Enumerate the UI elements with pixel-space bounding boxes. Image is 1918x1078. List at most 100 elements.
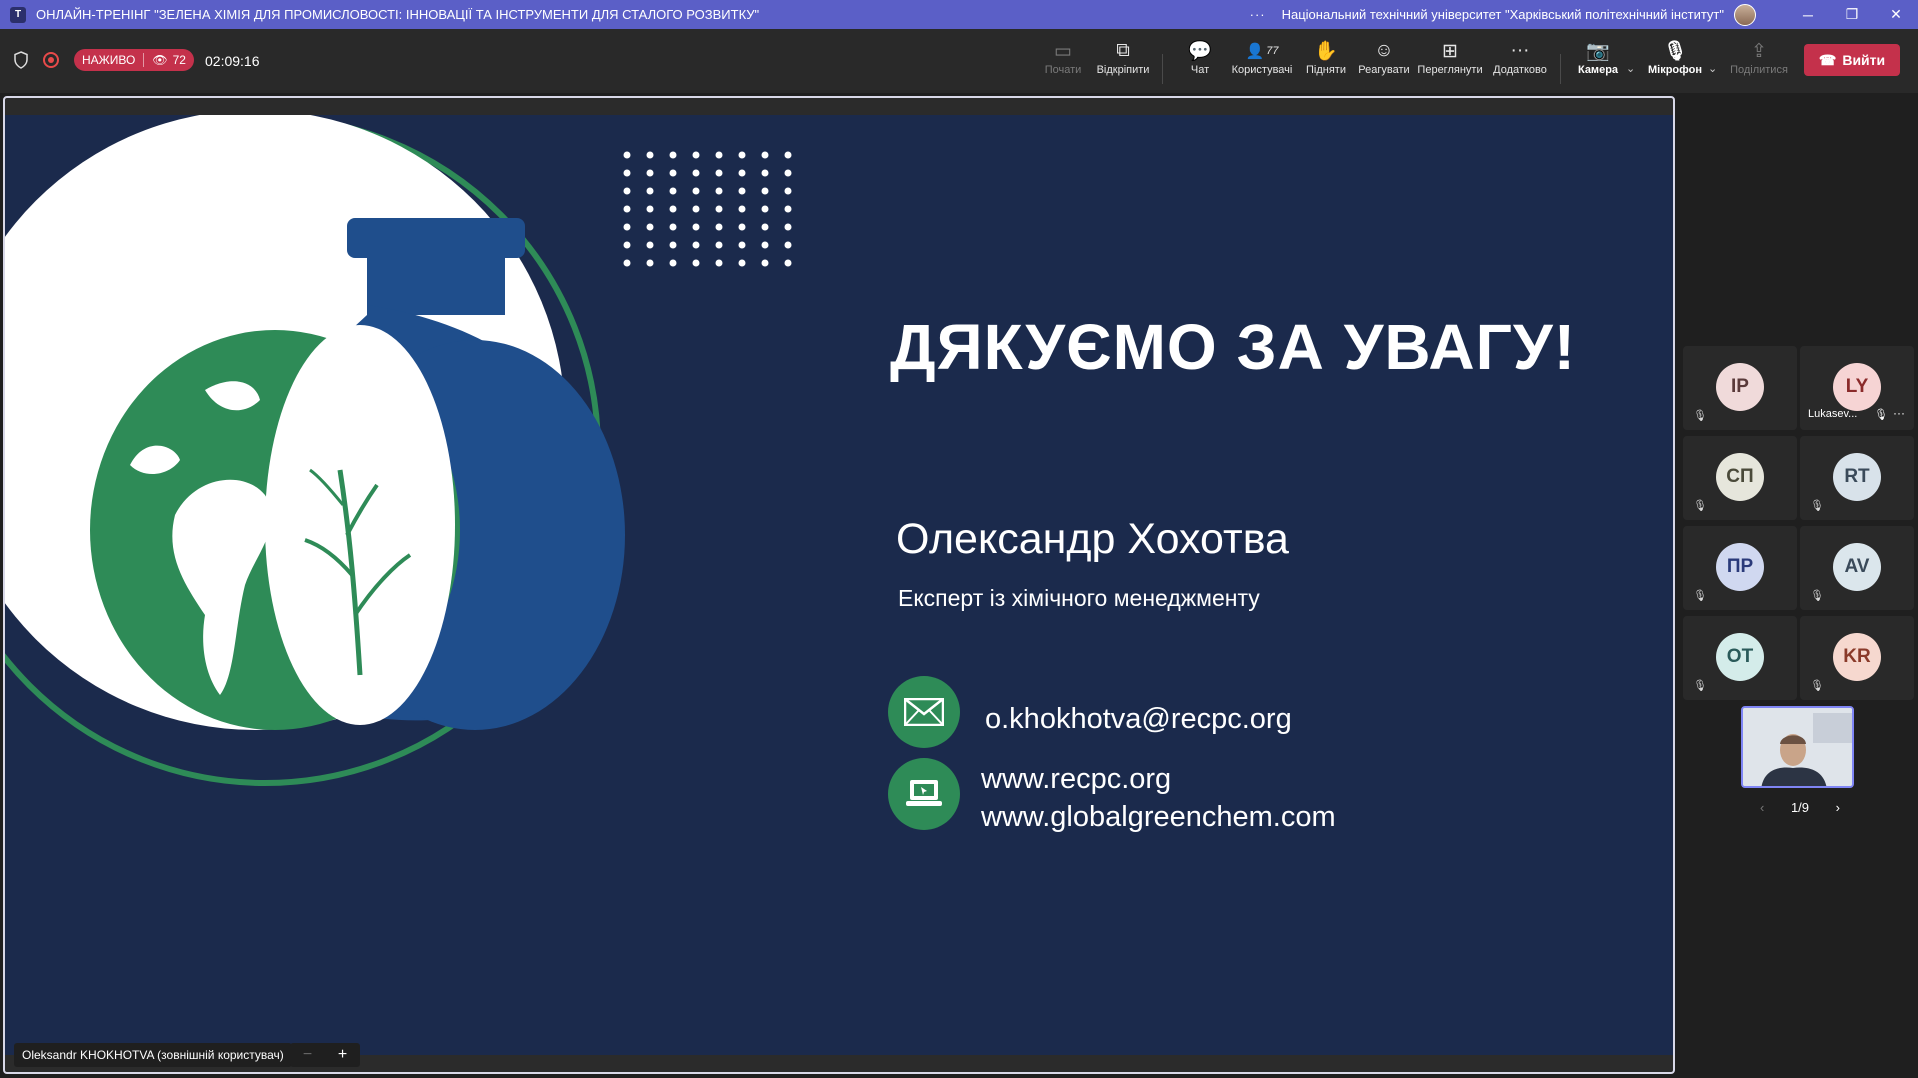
meeting-title: ОНЛАЙН-ТРЕНІНГ "ЗЕЛЕНА ХІМІЯ ДЛЯ ПРОМИСЛ… (36, 7, 760, 22)
microphone-button[interactable]: 🎙 Мікрофон (1645, 38, 1705, 88)
participant-avatar: ПР (1716, 543, 1764, 591)
participant-tile[interactable]: RT 🎙 (1800, 436, 1914, 520)
teams-app-icon: T (10, 6, 26, 23)
chat-label: Чат (1190, 64, 1210, 76)
participant-avatar: RT (1833, 453, 1881, 501)
react-label: Реагувати (1358, 64, 1410, 76)
speaker-name: Олександр Хохотва (896, 515, 1289, 563)
zoom-out-button[interactable]: − (303, 1046, 312, 1064)
start-label: Почати (1044, 64, 1082, 76)
minimize-button[interactable]: ─ (1786, 0, 1830, 29)
slide-artwork (5, 115, 792, 786)
participant-video-thumbnail (1743, 708, 1852, 786)
participant-avatar: AV (1833, 543, 1881, 591)
mic-off-icon: 🎙 (1874, 409, 1888, 421)
participant-tile[interactable]: LY Lukasev... 🎙 ··· (1800, 346, 1914, 430)
smile-icon: ☺ (1374, 40, 1394, 61)
shared-content-stage[interactable]: ДЯКУЄМО ЗА УВАГУ! Олександр Хохотва Експ… (3, 96, 1675, 1074)
account-avatar[interactable] (1734, 3, 1756, 26)
participant-tile[interactable]: KR 🎙 (1800, 616, 1914, 700)
recording-icon[interactable] (43, 52, 59, 68)
raise-hand-button[interactable]: ✋ Підняти (1296, 38, 1356, 88)
share-label: Поділитися (1730, 64, 1788, 76)
more-options-icon[interactable]: ··· (1250, 7, 1266, 22)
mic-off-icon: 🎙 (1693, 410, 1707, 422)
close-window-button[interactable]: ✕ (1874, 0, 1918, 29)
camera-button[interactable]: 📷 Камера (1568, 38, 1628, 88)
participant-avatar: KR (1833, 633, 1881, 681)
popout-icon: ⧉ (1116, 40, 1130, 61)
chat-icon: 💬 (1188, 41, 1212, 62)
start-button[interactable]: ▭ Почати (1033, 38, 1093, 88)
page-indicator: 1/9 (1790, 800, 1810, 815)
people-label: Користувачі (1231, 64, 1293, 76)
view-button[interactable]: ⊞ Переглянути (1417, 38, 1483, 88)
slide-heading: ДЯКУЄМО ЗА УВАГУ! (890, 311, 1577, 383)
dot-grid (623, 151, 792, 267)
chat-button[interactable]: 💬 Чат (1170, 38, 1230, 88)
ellipsis-icon: ··· (1510, 40, 1530, 61)
contact-website-2: www.globalgreenchem.com (981, 801, 1336, 833)
email-icon (888, 676, 960, 748)
leave-button[interactable]: ☎ Вийти (1804, 44, 1900, 76)
screen-record-icon: ▭ (1054, 40, 1072, 62)
participant-name: Lukasev... (1808, 408, 1858, 420)
share-button[interactable]: ⇪ Поділитися (1729, 38, 1789, 88)
people-button[interactable]: 👤 77 Користувачі (1231, 38, 1293, 88)
leave-label: Вийти (1842, 52, 1886, 68)
mic-label: Мікрофон (1647, 64, 1702, 76)
share-tray-icon: ⇪ (1751, 40, 1767, 62)
mic-off-icon: 🎙 (1810, 590, 1824, 602)
restore-button[interactable]: ❐ (1830, 0, 1874, 29)
laptop-icon (888, 758, 960, 830)
camera-options-chevron-icon[interactable]: ⌄ (1626, 62, 1635, 75)
grid-icon: ⊞ (1442, 40, 1458, 62)
zoom-controls: − + (290, 1043, 360, 1067)
contact-website-1: www.recpc.org (981, 763, 1172, 795)
gallery-pager: ‹ 1/9 › (1760, 800, 1840, 815)
contact-email: o.khokhotva@recpc.org (985, 703, 1292, 735)
participant-tile[interactable]: IP 🎙 (1683, 346, 1797, 430)
participant-more-icon[interactable]: ··· (1893, 406, 1905, 420)
react-button[interactable]: ☺ Реагувати (1354, 38, 1414, 88)
title-bar: T ОНЛАЙН-ТРЕНІНГ "ЗЕЛЕНА ХІМІЯ ДЛЯ ПРОМИ… (0, 0, 1918, 29)
camera-label: Камера (1577, 64, 1619, 76)
next-page-chevron-icon[interactable]: › (1836, 800, 1840, 815)
mic-options-chevron-icon[interactable]: ⌄ (1708, 62, 1717, 75)
more-button[interactable]: ··· Додатково (1490, 38, 1550, 88)
meeting-toolbar: НАЖИВО 👁 72 02:09:16 ▭ Почати ⧉ Відкріпи… (0, 29, 1918, 93)
presenter-name-tag: Oleksandr KHOKHOTVA (зовнішній користува… (14, 1043, 292, 1067)
participant-avatar: IP (1716, 363, 1764, 411)
view-label: Переглянути (1417, 64, 1483, 76)
mic-off-icon: 🎙 (1810, 500, 1824, 512)
popout-button[interactable]: ⧉ Відкріпити (1093, 38, 1153, 88)
mic-off-icon: 🎙 (1810, 680, 1824, 692)
organization-name: Національний технічний університет "Харк… (1281, 7, 1724, 22)
participant-tile[interactable]: ПР 🎙 (1683, 526, 1797, 610)
zoom-in-button[interactable]: + (338, 1046, 347, 1064)
mic-off-icon: 🎙 (1662, 41, 1688, 62)
more-label: Додатково (1493, 64, 1547, 76)
participant-tile[interactable]: OT 🎙 (1683, 616, 1797, 700)
people-count: 77 (1266, 45, 1279, 57)
self-video-tile[interactable] (1741, 706, 1854, 788)
participant-tile[interactable]: СП 🎙 (1683, 436, 1797, 520)
participant-avatar: OT (1716, 633, 1764, 681)
presentation-slide: ДЯКУЄМО ЗА УВАГУ! Олександр Хохотва Експ… (5, 115, 1673, 1055)
live-label: НАЖИВО (82, 53, 136, 67)
participant-avatar: LY (1833, 363, 1881, 411)
live-badge[interactable]: НАЖИВО 👁 72 (74, 49, 194, 71)
participant-avatar: СП (1716, 453, 1764, 501)
speaker-role: Експерт із хімічного менеджменту (898, 585, 1260, 611)
viewer-count: 72 (172, 53, 186, 67)
previous-page-chevron-icon[interactable]: ‹ (1760, 800, 1764, 815)
shield-icon[interactable] (13, 51, 29, 69)
meeting-timer: 02:09:16 (205, 53, 260, 69)
participant-tile[interactable]: AV 🎙 (1800, 526, 1914, 610)
eye-icon: 👁 (152, 53, 168, 67)
hand-icon: ✋ (1314, 41, 1338, 62)
camera-off-icon: 📷 (1586, 41, 1610, 62)
raise-label: Підняти (1306, 64, 1346, 76)
popout-label: Відкріпити (1096, 64, 1150, 76)
phone-hangup-icon: ☎ (1818, 51, 1837, 68)
